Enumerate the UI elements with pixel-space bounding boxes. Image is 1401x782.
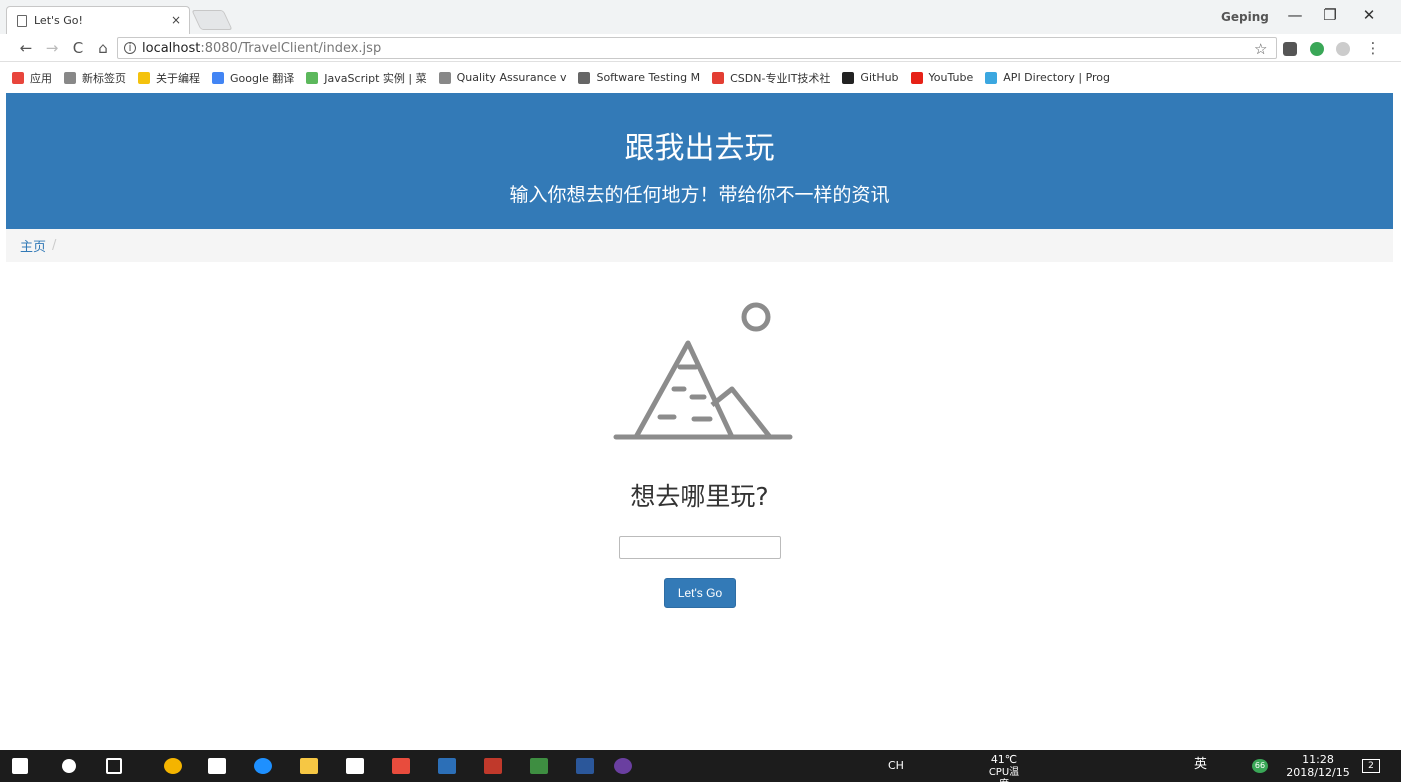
bookmark-icon <box>712 71 725 84</box>
clock-date[interactable]: 2018/12/15 <box>1282 767 1354 779</box>
bookmark-icon <box>910 71 923 84</box>
bookmark-icon <box>212 71 224 84</box>
notification-center-icon[interactable]: 2 <box>1362 759 1380 773</box>
cpu-temperature: 41℃ <box>990 753 1018 766</box>
bookmarks-bar: 应用 新标签页 关于编程 Google 翻译 JavaScript 实例 | 菜 Qual… <box>0 62 1401 93</box>
store-icon[interactable] <box>346 758 364 774</box>
jumbotron-header: 跟我出去玩 输入你想去的任何地方！带给你不一样的资讯 <box>6 93 1393 229</box>
word-icon[interactable] <box>576 758 594 774</box>
extension-evernote-icon[interactable] <box>1310 42 1324 56</box>
tab-title: Let's Go! <box>34 14 83 27</box>
clock-time[interactable]: 11:28 <box>1290 754 1346 766</box>
bookmark-item[interactable]: GitHub <box>842 71 899 84</box>
restore-button[interactable]: ❐ <box>1318 6 1342 24</box>
page-subtitle: 输入你想去的任何地方！带给你不一样的资讯 <box>509 184 890 206</box>
page-icon <box>17 14 27 27</box>
ime-indicator[interactable]: CH <box>888 760 904 772</box>
bookmark-label: 关于编程 <box>156 71 200 85</box>
bookmark-icon <box>64 71 76 84</box>
bookmark-icon <box>842 71 855 84</box>
reload-icon[interactable]: C <box>68 39 88 57</box>
extension-shield-icon[interactable] <box>1283 42 1297 56</box>
lets-go-button[interactable]: Let's Go <box>664 578 736 608</box>
bookmark-label: Quality Assurance v <box>456 71 567 84</box>
windows-start-icon[interactable] <box>12 758 28 774</box>
destination-input[interactable] <box>619 536 781 559</box>
bookmark-label: Software Testing M <box>596 71 701 84</box>
mountain-icon <box>613 302 793 440</box>
forward-icon[interactable]: → <box>42 39 62 57</box>
app-dark-blue-icon[interactable] <box>438 758 456 774</box>
bookmark-item[interactable]: YouTube <box>910 71 974 84</box>
bookmark-item[interactable]: Google 翻译 <box>212 70 294 86</box>
bookmark-item[interactable]: API Directory | Prog <box>985 71 1110 84</box>
bookmark-icon <box>985 71 998 84</box>
bookmark-item[interactable]: JavaScript 实例 | 菜 <box>306 70 427 86</box>
tray-badge[interactable]: 66 <box>1252 759 1268 773</box>
bookmark-item[interactable]: CSDN-专业IT技术社 <box>712 70 830 86</box>
intellij-icon[interactable] <box>484 758 502 774</box>
bookmark-label: YouTube <box>928 71 974 84</box>
bookmark-label: JavaScript 实例 | 菜 <box>324 71 427 85</box>
question-heading: 想去哪里玩? <box>630 482 769 511</box>
bookmark-item[interactable]: 关于编程 <box>138 70 200 86</box>
bookmark-label: CSDN-专业IT技术社 <box>730 71 831 85</box>
home-icon[interactable]: ⌂ <box>93 39 113 57</box>
task-view-icon[interactable] <box>106 758 122 774</box>
close-window-button[interactable]: ✕ <box>1357 6 1381 24</box>
screen: Let's Go! × Geping — ❐ ✕ ← → C ⌂ i local… <box>0 0 1401 782</box>
mail-icon[interactable] <box>208 758 226 774</box>
url-path: :8080/TravelClient/index.jsp <box>200 40 382 56</box>
bookmark-label: Google 翻译 <box>230 71 295 85</box>
bookmark-icon <box>578 71 591 84</box>
back-icon[interactable]: ← <box>16 39 36 57</box>
url-host: localhost <box>142 40 201 56</box>
bookmark-item[interactable]: Software Testing M <box>578 71 700 84</box>
tab-strip: Let's Go! × Geping — ❐ ✕ <box>0 0 1401 34</box>
address-bar[interactable]: i localhost :8080/TravelClient/index.jsp <box>117 37 1277 59</box>
bookmark-label: 新标签页 <box>82 71 126 85</box>
extension-cast-icon[interactable] <box>1336 42 1350 56</box>
bookmark-icon <box>12 71 24 84</box>
browser-toolbar: ← → C ⌂ i localhost :8080/TravelClient/i… <box>0 34 1401 62</box>
bookmark-star-icon[interactable]: ☆ <box>1254 40 1267 58</box>
breadcrumb: 主页 / <box>6 229 1393 262</box>
cortana-icon[interactable] <box>62 759 76 773</box>
profile-name[interactable]: Geping <box>1221 10 1269 24</box>
breadcrumb-home-link[interactable]: 主页 <box>20 236 46 255</box>
cpu-temperature-label: CPU温度 <box>988 767 1020 782</box>
browser-tab[interactable]: Let's Go! × <box>6 6 190 34</box>
breadcrumb-separator: / <box>52 238 57 253</box>
windows-taskbar: CH 41℃ CPU温度 英 66 11:28 2018/12/15 2 <box>0 750 1401 782</box>
bookmark-icon <box>438 71 451 84</box>
file-explorer-icon[interactable] <box>300 758 318 774</box>
app-tiles-icon[interactable] <box>392 758 410 774</box>
bookmark-label: 应用 <box>30 71 52 85</box>
web-page: 跟我出去玩 输入你想去的任何地方！带给你不一样的资讯 主页 / 想去哪里玩? L… <box>6 93 1393 750</box>
new-tab-button[interactable] <box>191 10 233 30</box>
bookmark-icon <box>306 71 319 84</box>
bookmark-label: GitHub <box>860 71 899 84</box>
chrome-icon[interactable] <box>164 758 182 774</box>
eclipse-icon[interactable] <box>614 758 632 774</box>
bookmark-item[interactable]: 应用 <box>12 70 52 86</box>
bookmark-item[interactable]: 新标签页 <box>64 70 126 86</box>
menu-icon[interactable]: ⋮ <box>1363 39 1383 57</box>
language-indicator[interactable]: 英 <box>1194 758 1207 771</box>
bookmark-item[interactable]: Quality Assurance v <box>438 71 567 84</box>
minimize-button[interactable]: — <box>1283 6 1307 24</box>
edge-icon[interactable] <box>254 758 272 774</box>
bookmark-label: API Directory | Prog <box>1003 71 1111 84</box>
app-green-icon[interactable] <box>530 758 548 774</box>
bookmark-icon <box>138 71 150 84</box>
info-icon[interactable]: i <box>124 42 136 54</box>
page-title: 跟我出去玩 <box>624 131 775 166</box>
tab-close-button[interactable]: × <box>171 13 181 27</box>
